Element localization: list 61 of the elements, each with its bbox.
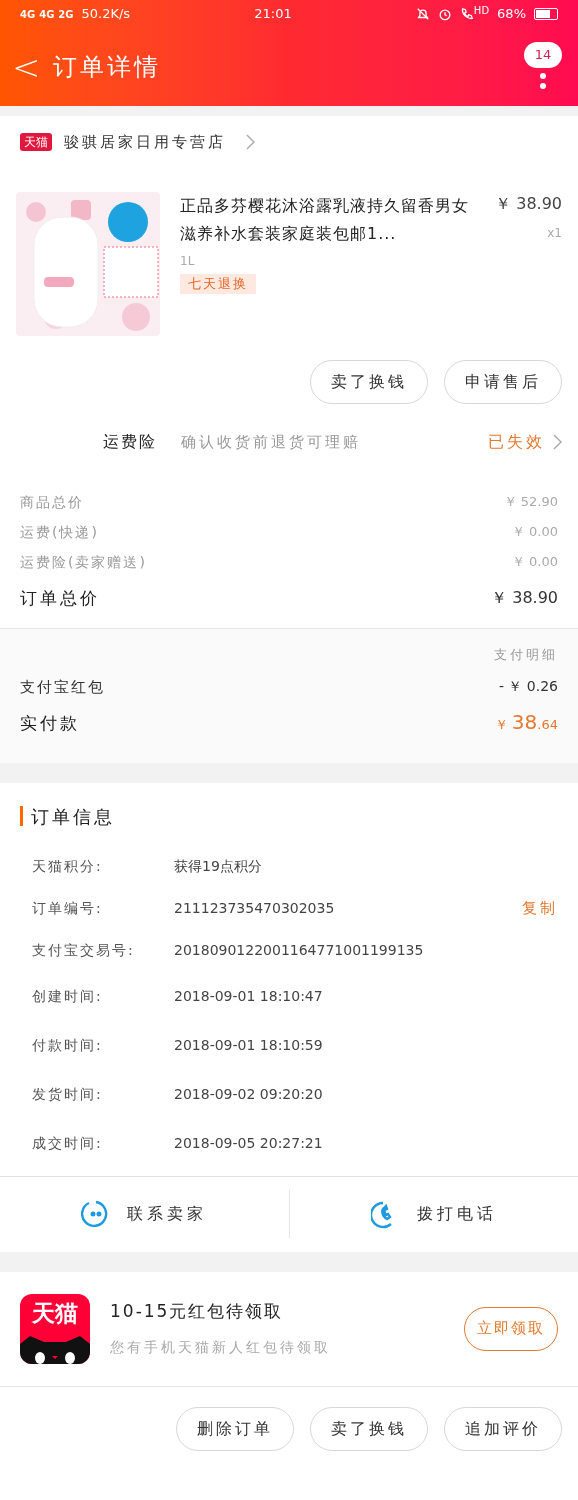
promo-subtitle: 您有手机天猫新人红包待领取 — [110, 1337, 331, 1357]
info-label: 付款时间: — [32, 1035, 104, 1055]
price-value: ￥ 52.90 — [503, 493, 558, 511]
page-title: 订单详情 — [52, 52, 161, 83]
network-label: 4G — [39, 7, 55, 22]
store-logo: 天猫 — [20, 133, 52, 151]
info-label: 订单编号: — [32, 899, 104, 918]
info-value: 2018-09-05 20:27:21 — [174, 1133, 323, 1153]
store-row[interactable]: 天猫 骏骐居家日用专营店 — [0, 116, 578, 168]
price-value: ￥ 0.00 — [511, 523, 558, 541]
paid-label: 实付款 — [20, 712, 80, 735]
info-label: 天猫积分: — [32, 857, 104, 876]
section-title: 订单信息 — [31, 804, 115, 829]
product-sku: 1L — [180, 253, 196, 270]
insurance-description: 确认收货前退货可理赔 — [181, 432, 362, 453]
product-price: ￥ 38.90 — [495, 193, 562, 215]
product-quantity: x1 — [547, 225, 562, 242]
app-logo: 天猫 — [20, 1293, 90, 1364]
price-label: 订单总价 — [20, 587, 100, 610]
info-label: 发货时间: — [32, 1084, 104, 1104]
return-tag: 七天退换 — [180, 274, 256, 294]
price-label: 运费险(卖家赠送) — [20, 553, 147, 572]
network-speed: 50.2K/s — [81, 5, 131, 24]
phone-icon — [459, 7, 474, 21]
count-badge: 14 — [524, 42, 562, 68]
info-value: 2018090122001164771001199135 — [174, 941, 424, 960]
more-icon[interactable] — [539, 72, 547, 92]
insurance-status: 已失效 — [488, 431, 545, 453]
battery-percent: 68% — [497, 5, 526, 24]
network-label: 2G — [58, 7, 74, 22]
info-value: 2018-09-01 18:10:59 — [174, 1035, 323, 1055]
price-label: 运费(快递) — [20, 523, 99, 542]
product-title[interactable]: 正品多芬樱花沐浴露乳液持久留香男女滋养补水套装家庭装包邮1... — [180, 192, 472, 248]
price-label: 商品总价 — [20, 493, 84, 512]
payment-value: - ￥ 0.26 — [498, 677, 558, 696]
call-label: HD — [473, 3, 490, 18]
payment-label: 支付宝红包 — [20, 677, 105, 698]
battery-icon — [534, 8, 558, 20]
contact-button[interactable]: 拨打电话 — [288, 1190, 578, 1238]
network-label: 4G — [20, 7, 36, 22]
info-value: 2018-09-01 18:10:47 — [174, 986, 323, 1006]
clock: 21:01 — [254, 5, 292, 24]
alarm-icon — [437, 7, 452, 21]
info-label: 支付宝交易号: — [32, 941, 136, 960]
cat-face-icon — [20, 1333, 90, 1364]
insurance-label: 运费险 — [102, 431, 158, 453]
info-value: 获得19点积分 — [174, 857, 262, 876]
paid-amount: ￥ 38.64 — [494, 708, 558, 736]
info-value: 211123735470302035 — [174, 899, 335, 918]
bell-muted-icon — [415, 7, 430, 21]
price-value: ￥ 0.00 — [511, 553, 558, 571]
promo-title: 10-15元红包待领取 — [110, 1300, 285, 1324]
price-value: ￥ 38.90 — [491, 587, 558, 609]
insurance-row[interactable]: 运费险 确认收货前退货可理赔 已失效 — [0, 428, 578, 472]
info-value: 2018-09-02 09:20:20 — [174, 1084, 323, 1104]
info-label: 创建时间: — [32, 986, 104, 1006]
chevron-right-icon — [553, 434, 562, 450]
chevron-right-icon — [246, 134, 255, 150]
contact-button[interactable]: 联系卖家 — [0, 1190, 289, 1238]
info-label: 成交时间: — [32, 1133, 104, 1153]
store-name: 骏骐居家日用专营店 — [64, 131, 226, 153]
